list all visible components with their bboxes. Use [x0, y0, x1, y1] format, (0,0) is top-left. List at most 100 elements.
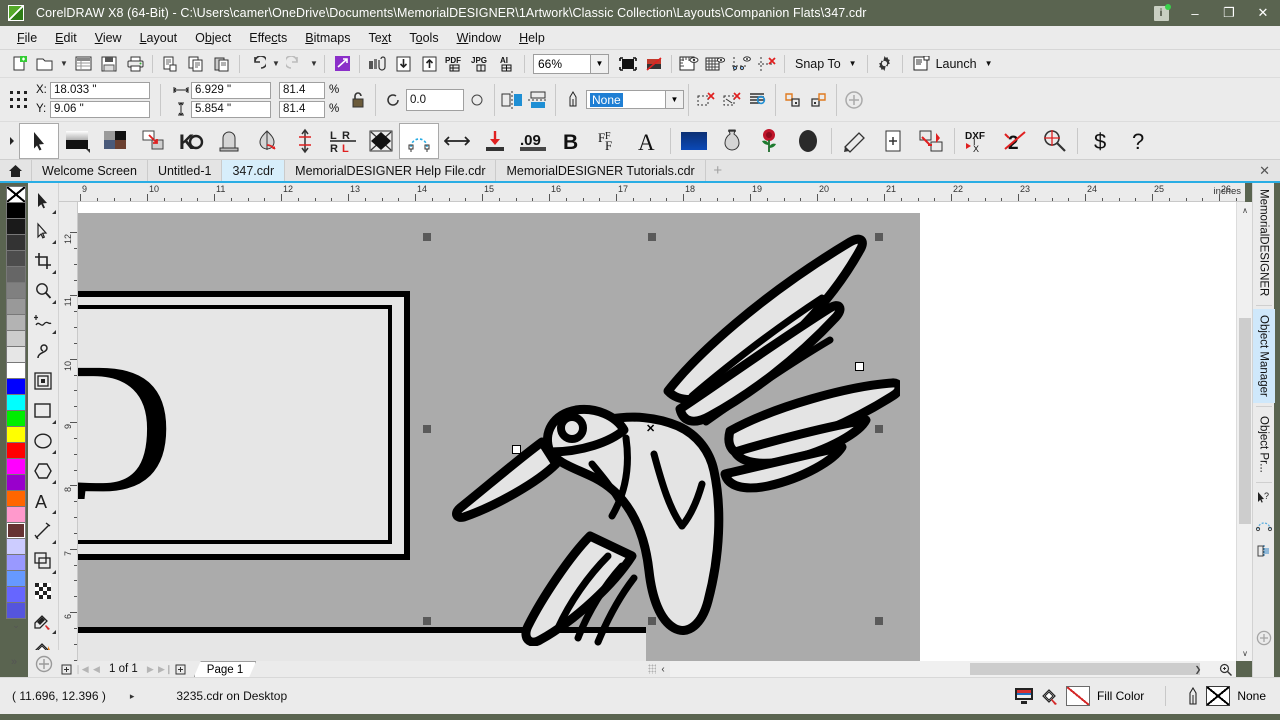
fill-color-swatch[interactable] — [1065, 686, 1090, 706]
artistic-media-tool-icon[interactable] — [29, 336, 58, 366]
status-expand-arrow[interactable]: ▸ — [130, 691, 135, 702]
close-button[interactable]: ✕ — [1246, 0, 1280, 26]
vertical-ruler[interactable]: 12 11 10 9 8 7 6 — [59, 202, 78, 661]
text-tool-icon[interactable]: A — [29, 486, 58, 516]
palette-swatch-purple[interactable] — [6, 474, 26, 491]
palette-swatch-pink[interactable] — [6, 506, 26, 523]
convert-outline-icon[interactable] — [693, 88, 719, 112]
palette-swatch-gray-60[interactable] — [6, 266, 26, 283]
next-page-button[interactable]: ▶ — [143, 662, 158, 677]
horizontal-size-button[interactable] — [438, 124, 476, 158]
menu-text[interactable]: Text — [359, 28, 400, 48]
crop-tool-icon[interactable] — [29, 246, 58, 276]
wrap-text-alt-icon[interactable] — [806, 88, 832, 112]
vertical-scroll-thumb[interactable] — [1239, 318, 1251, 524]
gradient-panel-button[interactable] — [58, 124, 96, 158]
publish-to-pdf-icon[interactable] — [329, 52, 355, 76]
menu-layout[interactable]: Layout — [131, 28, 187, 48]
toolbar-overflow-icon[interactable] — [4, 124, 20, 158]
outline-width-control[interactable]: None ▼ — [586, 90, 684, 109]
wrap-text-icon[interactable] — [780, 88, 806, 112]
palette-swatch-gray-40[interactable] — [6, 298, 26, 315]
dxf-export-button[interactable]: DXF I X — [959, 124, 997, 158]
palette-swatch-brown-selected[interactable] — [6, 522, 26, 539]
page-tab-page-1[interactable]: Page 1 — [194, 661, 256, 677]
redo-dropdown-icon[interactable]: ▼ — [308, 52, 320, 76]
menu-bitmaps[interactable]: Bitmaps — [296, 28, 359, 48]
palette-swatch-lavender[interactable] — [6, 538, 26, 555]
notification-icon[interactable]: i — [1144, 0, 1178, 26]
home-tab[interactable] — [0, 160, 32, 181]
monument-shape-button[interactable] — [210, 124, 248, 158]
export-pdf-icon[interactable]: PDF — [442, 52, 468, 76]
add-page-before-icon[interactable] — [59, 662, 74, 677]
palette-swatch-red[interactable] — [6, 442, 26, 459]
text-properties-icon[interactable] — [745, 88, 771, 112]
add-page-button[interactable] — [874, 124, 912, 158]
print-icon[interactable] — [122, 52, 148, 76]
palette-expand-icon[interactable]: » — [4, 652, 24, 672]
docker-tab-object-properties[interactable]: Object Pr... — [1253, 410, 1275, 479]
rotation-center-icon[interactable] — [464, 88, 490, 112]
options-gear-icon[interactable] — [872, 52, 898, 76]
fullscreen-preview-icon[interactable] — [615, 52, 641, 76]
document-tab-welcome-screen[interactable]: Welcome Screen — [32, 160, 148, 181]
color-fill-button[interactable] — [675, 124, 713, 158]
menu-object[interactable]: Object — [186, 28, 240, 48]
zoom-level-input[interactable] — [533, 53, 591, 74]
ellipse-tool-icon[interactable] — [29, 426, 58, 456]
palette-swatch-deep-blue[interactable] — [6, 602, 26, 619]
transform-flip-button[interactable] — [912, 124, 950, 158]
maximize-button[interactable]: ❐ — [1212, 0, 1246, 26]
launch-button[interactable]: Launch ▼ — [907, 52, 999, 76]
palette-swatch-gray-30[interactable] — [6, 314, 26, 331]
docker-tab-object-manager[interactable]: Object Manager — [1252, 309, 1275, 404]
copy-icon[interactable] — [183, 52, 209, 76]
arc-nodes-button[interactable] — [399, 122, 439, 159]
palette-swatch-indigo[interactable] — [6, 586, 26, 603]
screen-color-icon[interactable] — [1014, 687, 1034, 705]
zoom-level-dropdown-icon[interactable]: ▼ — [591, 53, 609, 74]
color-eyedropper-tool-icon[interactable] — [29, 606, 58, 636]
palette-swatch-gray-10[interactable] — [6, 346, 26, 363]
clear-guidelines-icon[interactable] — [754, 52, 780, 76]
bold-text-button[interactable]: B — [552, 124, 590, 158]
view-grid-icon[interactable] — [702, 52, 728, 76]
new-from-template-icon[interactable] — [70, 52, 96, 76]
remove-outline-icon[interactable] — [719, 88, 745, 112]
rose-library-button[interactable] — [751, 124, 789, 158]
y-position-input[interactable] — [50, 100, 150, 118]
left-right-align-button[interactable]: LRRL — [324, 124, 362, 158]
duplicate-shape-button[interactable] — [134, 124, 172, 158]
selection-handle-middle-right[interactable] — [875, 425, 883, 433]
quick-customize-tools-icon[interactable] — [28, 650, 59, 677]
polygon-tool-icon[interactable] — [29, 456, 58, 486]
palette-swatch-gray-90[interactable] — [6, 218, 26, 235]
node-handle-wing[interactable] — [512, 445, 521, 454]
zoom-tool-icon[interactable] — [29, 276, 58, 306]
horizontal-scrollbar[interactable]: ❯ — [670, 661, 1236, 677]
width-input[interactable] — [191, 81, 271, 99]
shading-tool-button[interactable] — [836, 124, 874, 158]
object-origin-icon[interactable] — [6, 87, 32, 113]
drawing-canvas[interactable]: D ✕ — [78, 202, 1236, 661]
mirror-horizontal-icon[interactable] — [499, 88, 525, 112]
last-page-button[interactable]: ▶❙ — [158, 662, 173, 677]
zoom-corner-icon[interactable] — [1214, 661, 1236, 677]
palette-swatch-no-color[interactable] — [6, 186, 26, 203]
horizontal-ruler[interactable]: 9 10 11 12 13 14 15 16 17 18 19 20 21 22 23 24 25 26 inche… — [59, 183, 1245, 202]
mirror-vertical-icon[interactable] — [525, 88, 551, 112]
document-tab-tutorials[interactable]: MemorialDESIGNER Tutorials.cdr — [496, 160, 706, 181]
vertical-scrollbar[interactable]: ∧ ∨ — [1236, 202, 1253, 661]
rectangle-tool-icon[interactable] — [29, 396, 58, 426]
palette-swatch-magenta[interactable] — [6, 458, 26, 475]
palette-swatch-gray-20[interactable] — [6, 330, 26, 347]
scale-y-input[interactable] — [279, 100, 325, 118]
zoom-target-button[interactable] — [1035, 124, 1073, 158]
dimension-tool-icon[interactable] — [29, 516, 58, 546]
undo-icon[interactable] — [244, 52, 270, 76]
view-guidelines-icon[interactable] — [728, 52, 754, 76]
menu-effects[interactable]: Effects — [240, 28, 296, 48]
palette-swatch-gray-50[interactable] — [6, 282, 26, 299]
memorial-plaque-frame[interactable]: D — [78, 291, 410, 560]
